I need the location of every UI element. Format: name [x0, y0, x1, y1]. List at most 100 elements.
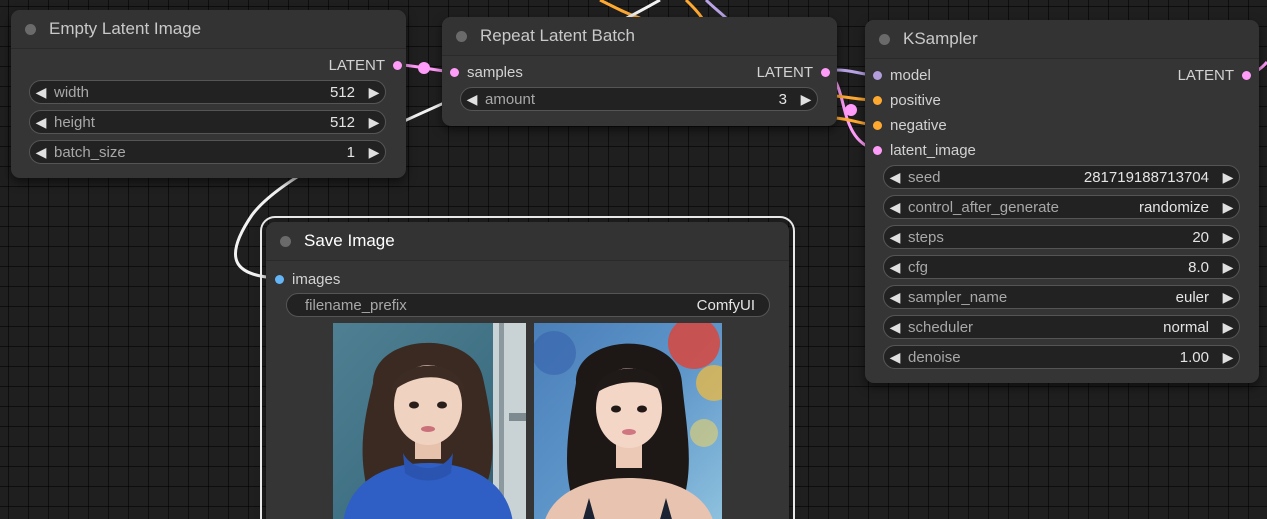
widget-value[interactable]: 8.0 — [1188, 259, 1217, 276]
image-slot-dot-icon[interactable] — [275, 274, 284, 284]
link-midpoint-latent — [418, 62, 430, 74]
latent-slot-dot-icon[interactable] — [821, 67, 830, 77]
widget-width[interactable]: ◀ width 512 ▶ — [29, 80, 386, 104]
collapse-dot-icon[interactable] — [456, 30, 467, 42]
widget-label: height — [54, 113, 95, 131]
node-title-bar[interactable]: Empty Latent Image — [11, 10, 406, 49]
increment-arrow-icon[interactable]: ▶ — [363, 84, 385, 101]
node-title: Empty Latent Image — [49, 19, 202, 38]
widget-value[interactable]: ComfyUI — [697, 297, 769, 314]
input-slot-label: model — [890, 66, 931, 84]
increment-arrow-icon[interactable]: ▶ — [1217, 259, 1239, 276]
widget-label: denoise — [908, 348, 961, 366]
node-title: Repeat Latent Batch — [480, 26, 636, 45]
input-slot-model[interactable]: model — [873, 66, 931, 84]
input-slot-images[interactable]: images — [275, 270, 340, 288]
widget-value[interactable]: 281719188713704 — [1084, 169, 1217, 186]
latent-slot-dot-icon[interactable] — [450, 67, 459, 77]
collapse-dot-icon[interactable] — [25, 23, 36, 35]
portrait-image-icon — [333, 323, 526, 519]
output-slot-latent[interactable]: LATENT — [329, 56, 402, 74]
conditioning-slot-dot-icon[interactable] — [873, 95, 882, 105]
decrement-arrow-icon[interactable]: ◀ — [884, 229, 906, 246]
widget-value[interactable]: randomize — [1139, 199, 1217, 216]
widget-height[interactable]: ◀ height 512 ▶ — [29, 110, 386, 134]
widget-cfg[interactable]: ◀ cfg 8.0 ▶ — [883, 255, 1240, 279]
preview-image-2[interactable] — [534, 323, 722, 519]
decrement-arrow-icon[interactable]: ◀ — [884, 259, 906, 276]
increment-arrow-icon[interactable]: ▶ — [1217, 319, 1239, 336]
widget-sampler-name[interactable]: ◀ sampler_name euler ▶ — [883, 285, 1240, 309]
decrement-arrow-icon[interactable]: ◀ — [884, 289, 906, 306]
widget-label: seed — [908, 168, 941, 186]
widget-scheduler[interactable]: ◀ scheduler normal ▶ — [883, 315, 1240, 339]
node-repeat-latent-batch[interactable]: Repeat Latent Batch samples LATENT ◀ amo… — [442, 17, 837, 126]
input-slot-label: samples — [467, 63, 523, 81]
link-conditioning-top-2 — [684, 0, 704, 19]
increment-arrow-icon[interactable]: ▶ — [795, 91, 817, 108]
widget-value[interactable]: 3 — [779, 91, 795, 108]
output-slot-label: LATENT — [756, 63, 813, 81]
decrement-arrow-icon[interactable]: ◀ — [884, 169, 906, 186]
node-title-bar[interactable]: Save Image — [266, 222, 789, 261]
decrement-arrow-icon[interactable]: ◀ — [884, 349, 906, 366]
widget-control-after-generate[interactable]: ◀ control_after_generate randomize ▶ — [883, 195, 1240, 219]
widget-value[interactable]: 1 — [347, 144, 363, 161]
input-slot-negative[interactable]: negative — [873, 116, 947, 134]
increment-arrow-icon[interactable]: ▶ — [1217, 229, 1239, 246]
increment-arrow-icon[interactable]: ▶ — [1217, 289, 1239, 306]
collapse-dot-icon[interactable] — [879, 33, 890, 45]
decrement-arrow-icon[interactable]: ◀ — [884, 319, 906, 336]
increment-arrow-icon[interactable]: ▶ — [363, 144, 385, 161]
latent-slot-dot-icon[interactable] — [1242, 70, 1251, 80]
node-title-bar[interactable]: Repeat Latent Batch — [442, 17, 837, 56]
decrement-arrow-icon[interactable]: ◀ — [30, 84, 52, 101]
increment-arrow-icon[interactable]: ▶ — [1217, 349, 1239, 366]
widget-value[interactable]: 512 — [330, 114, 363, 131]
widget-value[interactable]: 20 — [1192, 229, 1217, 246]
widget-batch-size[interactable]: ◀ batch_size 1 ▶ — [29, 140, 386, 164]
node-graph-canvas[interactable]: Empty Latent Image LATENT ◀ width 512 ▶ … — [0, 0, 1267, 519]
decrement-arrow-icon[interactable]: ◀ — [30, 114, 52, 131]
input-slot-label: positive — [890, 91, 941, 109]
widget-steps[interactable]: ◀ steps 20 ▶ — [883, 225, 1240, 249]
input-slot-label: latent_image — [890, 141, 976, 159]
decrement-arrow-icon[interactable]: ◀ — [30, 144, 52, 161]
output-slot-latent[interactable]: LATENT — [1178, 66, 1251, 84]
input-slot-label: images — [292, 270, 341, 288]
widget-label: batch_size — [54, 143, 126, 161]
latent-slot-dot-icon[interactable] — [873, 145, 882, 155]
decrement-arrow-icon[interactable]: ◀ — [461, 91, 483, 108]
widget-label: sampler_name — [908, 288, 1008, 306]
widget-value[interactable]: normal — [1163, 319, 1217, 336]
node-title: KSampler — [903, 29, 978, 48]
widget-label: filename_prefix — [305, 296, 407, 314]
input-slot-positive[interactable]: positive — [873, 91, 941, 109]
node-save-image[interactable]: Save Image images filename_prefix ComfyU… — [260, 216, 795, 519]
widget-label: scheduler — [908, 318, 974, 336]
node-title-bar[interactable]: KSampler — [865, 20, 1259, 59]
widget-amount[interactable]: ◀ amount 3 ▶ — [460, 87, 818, 111]
node-ksampler[interactable]: KSampler model positive negative latent_… — [865, 20, 1259, 383]
widget-value[interactable]: 512 — [330, 84, 363, 101]
increment-arrow-icon[interactable]: ▶ — [1217, 199, 1239, 216]
node-empty-latent-image[interactable]: Empty Latent Image LATENT ◀ width 512 ▶ … — [11, 10, 406, 178]
widget-denoise[interactable]: ◀ denoise 1.00 ▶ — [883, 345, 1240, 369]
output-slot-latent[interactable]: LATENT — [757, 63, 830, 81]
increment-arrow-icon[interactable]: ▶ — [363, 114, 385, 131]
increment-arrow-icon[interactable]: ▶ — [1217, 169, 1239, 186]
widget-filename-prefix[interactable]: filename_prefix ComfyUI — [286, 293, 770, 317]
widget-seed[interactable]: ◀ seed 281719188713704 ▶ — [883, 165, 1240, 189]
widget-value[interactable]: euler — [1176, 289, 1217, 306]
decrement-arrow-icon[interactable]: ◀ — [884, 199, 906, 216]
model-slot-dot-icon[interactable] — [873, 70, 882, 80]
input-slot-label: negative — [890, 116, 947, 134]
widget-value[interactable]: 1.00 — [1180, 349, 1217, 366]
input-slot-samples[interactable]: samples — [450, 63, 523, 81]
conditioning-slot-dot-icon[interactable] — [873, 120, 882, 130]
input-slot-latent-image[interactable]: latent_image — [873, 141, 976, 159]
preview-image-1[interactable] — [333, 323, 526, 519]
widget-label: cfg — [908, 258, 929, 276]
latent-slot-dot-icon[interactable] — [393, 60, 402, 70]
collapse-dot-icon[interactable] — [280, 235, 291, 247]
